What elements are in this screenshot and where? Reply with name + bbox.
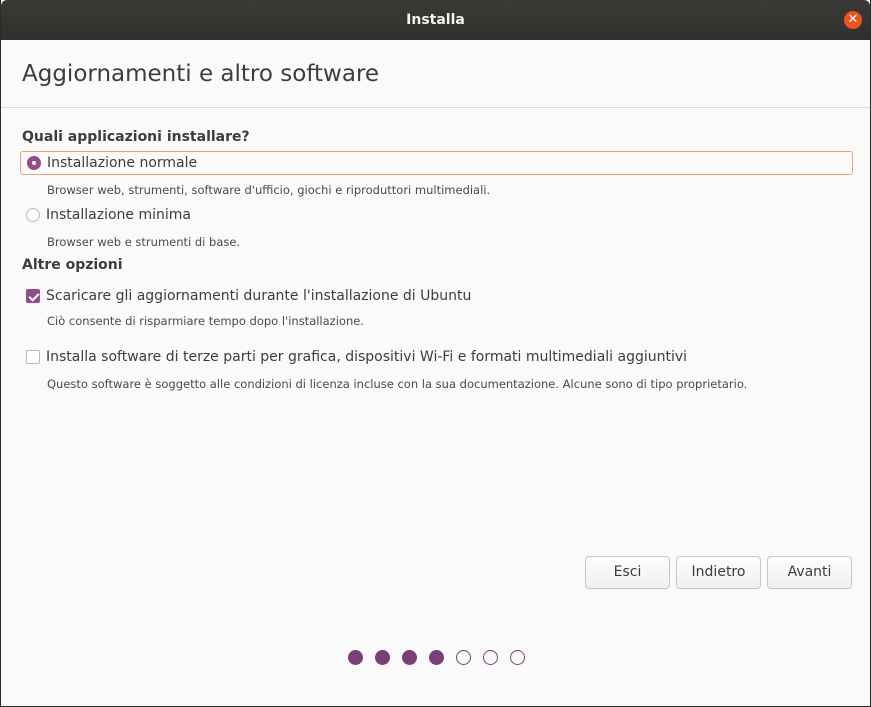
download-updates-label: Scaricare gli aggiornamenti durante l'in…: [46, 288, 472, 304]
checkbox-download-updates[interactable]: Scaricare gli aggiornamenti durante l'in…: [20, 284, 853, 308]
radio-normal-install[interactable]: Installazione normale: [20, 151, 853, 175]
radio-button-checked[interactable]: [27, 156, 41, 170]
radio-normal-install-label: Installazione normale: [47, 155, 198, 171]
third-party-software-description: Questo software è soggetto alle condizio…: [47, 377, 748, 391]
third-party-software-label: Installa software di terze parti per gra…: [46, 349, 688, 365]
progress-dot: [510, 650, 525, 665]
progress-dot: [375, 650, 390, 665]
next-button[interactable]: Avanti: [767, 556, 852, 589]
radio-minimal-install[interactable]: Installazione minima: [20, 203, 853, 227]
download-updates-description: Ciò consente di risparmiare tempo dopo l…: [47, 314, 364, 328]
progress-dot: [402, 650, 417, 665]
progress-dot: [456, 650, 471, 665]
normal-install-description: Browser web, strumenti, software d'uffic…: [47, 183, 491, 197]
radio-button-unchecked[interactable]: [26, 208, 40, 222]
progress-dots: [348, 650, 537, 665]
header-divider: [1, 107, 870, 108]
checkbox-unchecked[interactable]: [26, 350, 40, 364]
progress-dot: [483, 650, 498, 665]
radio-minimal-install-label: Installazione minima: [46, 207, 191, 223]
minimal-install-description: Browser web e strumenti di base.: [47, 235, 241, 249]
checkbox-third-party-software[interactable]: Installa software di terze parti per gra…: [20, 345, 853, 369]
checkbox-checked[interactable]: [26, 289, 40, 303]
quit-button[interactable]: Esci: [585, 556, 670, 589]
installer-window: Installa ✕ Aggiornamenti e altro softwar…: [0, 0, 871, 707]
page-title: Aggiornamenti e altro software: [22, 61, 380, 87]
back-button[interactable]: Indietro: [676, 556, 761, 589]
window-title: Installa: [406, 12, 465, 28]
close-icon: ✕: [847, 12, 859, 27]
progress-dot: [348, 650, 363, 665]
progress-dot: [429, 650, 444, 665]
title-bar: Installa ✕: [1, 0, 870, 40]
close-button[interactable]: ✕: [844, 11, 862, 29]
apps-section-heading: Quali applicazioni installare?: [22, 129, 250, 145]
other-options-heading: Altre opzioni: [22, 257, 123, 273]
